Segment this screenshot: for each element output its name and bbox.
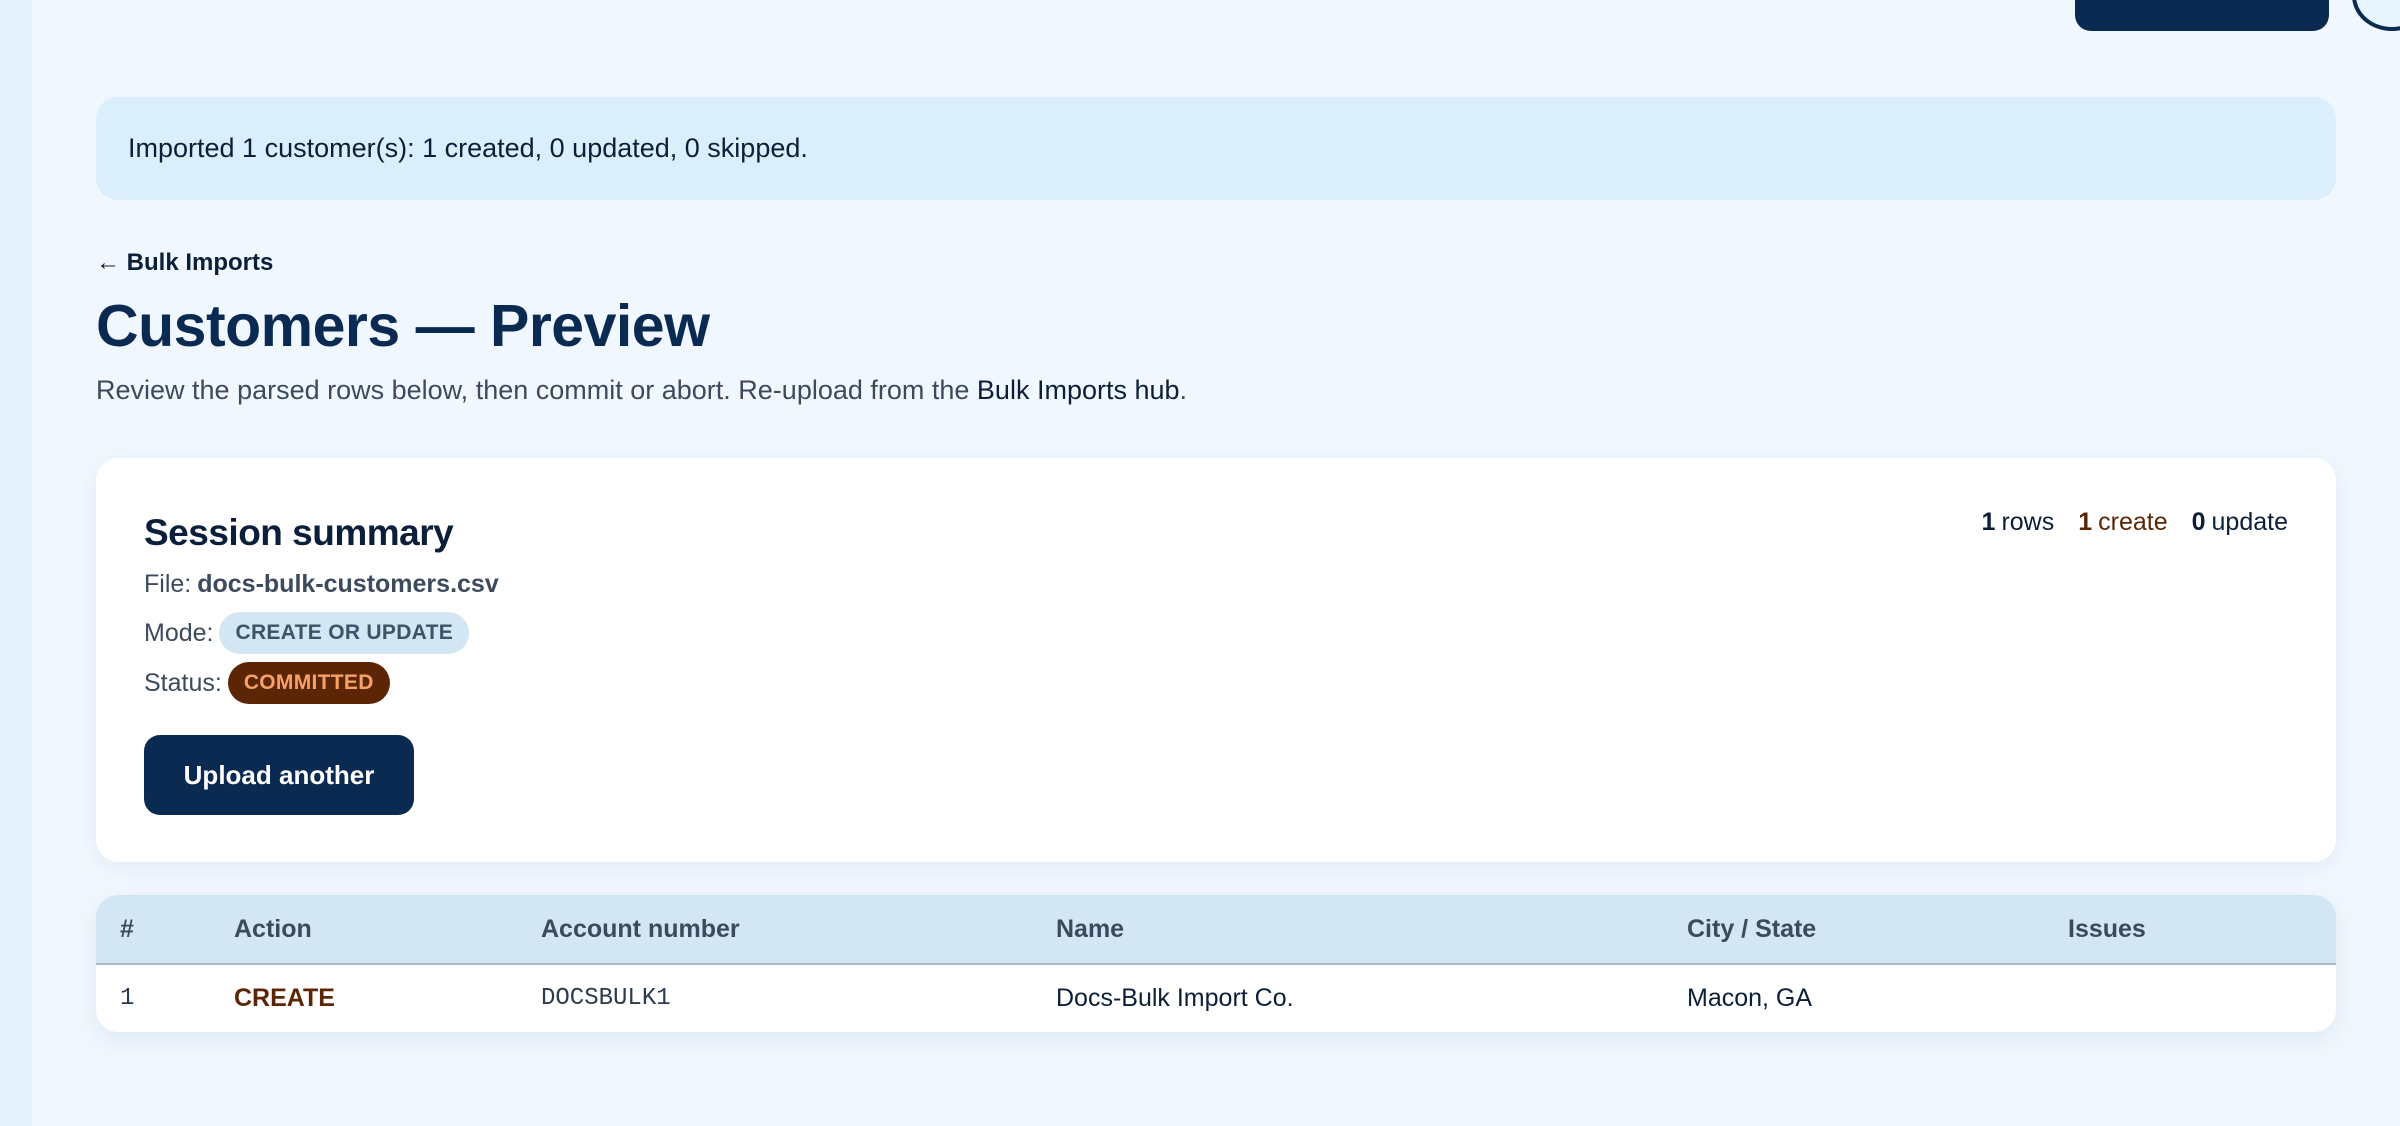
preview-table: # Action Account number Name City / Stat… [96, 895, 2336, 1032]
mode-label: Mode: [144, 618, 214, 647]
flash-message: Imported 1 customer(s): 1 created, 0 upd… [96, 97, 2336, 200]
flash-message-text: Imported 1 customer(s): 1 created, 0 upd… [128, 133, 808, 163]
update-count: 0 update [2192, 508, 2288, 537]
file-label: File: [144, 570, 192, 598]
header-action-button[interactable] [2075, 0, 2329, 31]
session-counts: 1 rows 1 create 0 update [1982, 508, 2288, 537]
column-header-number: # [120, 914, 134, 943]
back-link-bulk-imports[interactable]: ← Bulk Imports [96, 249, 273, 277]
rows-count-value: 1 [1981, 508, 1996, 536]
table-row: 1 CREATE DOCSBULK1 Docs-Bulk Import Co. … [96, 964, 2336, 1032]
row-number: 1 [120, 985, 135, 1012]
session-summary-card: Session summary File: docs-bulk-customer… [96, 458, 2336, 862]
row-account-number: DOCSBULK1 [541, 985, 671, 1012]
table-header-row: # Action Account number Name City / Stat… [96, 895, 2336, 964]
status-line: Status: COMMITTED [144, 662, 390, 704]
page-subtitle: Review the parsed rows below, then commi… [96, 375, 1187, 406]
left-rail [0, 0, 32, 1126]
user-avatar-button[interactable] [2352, 0, 2400, 31]
row-city-state: Macon, GA [1687, 984, 1813, 1012]
column-header-action: Action [234, 914, 312, 943]
column-header-account-number: Account number [541, 914, 740, 943]
update-count-value: 0 [2191, 508, 2206, 536]
row-issues [2068, 964, 2336, 1032]
mode-badge: CREATE OR UPDATE [219, 612, 470, 654]
row-action: CREATE [234, 984, 335, 1012]
status-badge: COMMITTED [227, 662, 390, 704]
column-header-city-state: City / State [1687, 914, 1817, 943]
summary-title: Session summary [144, 512, 454, 553]
upload-another-button[interactable]: Upload another [144, 735, 414, 815]
bulk-imports-hub-link[interactable]: Bulk Imports hub [977, 375, 1180, 405]
rows-count: 1 rows [1982, 508, 2055, 537]
subtitle-suffix: . [1179, 375, 1188, 405]
row-name: Docs-Bulk Import Co. [1056, 984, 1294, 1012]
create-count-value: 1 [2078, 508, 2093, 536]
status-label: Status: [144, 668, 222, 697]
page-title: Customers — Preview [96, 293, 710, 359]
create-count: 1 create [2078, 508, 2167, 537]
file-name: docs-bulk-customers.csv [197, 570, 499, 598]
mode-line: Mode: CREATE OR UPDATE [144, 612, 470, 654]
preview-table-card: # Action Account number Name City / Stat… [96, 895, 2336, 1032]
column-header-issues: Issues [2068, 914, 2146, 943]
subtitle-text: Review the parsed rows below, then commi… [96, 375, 977, 405]
rows-count-label: rows [2001, 508, 2055, 536]
main-content: Imported 1 customer(s): 1 created, 0 upd… [96, 0, 2400, 1126]
create-count-label: create [2098, 508, 2168, 536]
column-header-name: Name [1056, 914, 1125, 943]
update-count-label: update [2211, 508, 2288, 536]
file-line: File: docs-bulk-customers.csv [144, 570, 499, 599]
